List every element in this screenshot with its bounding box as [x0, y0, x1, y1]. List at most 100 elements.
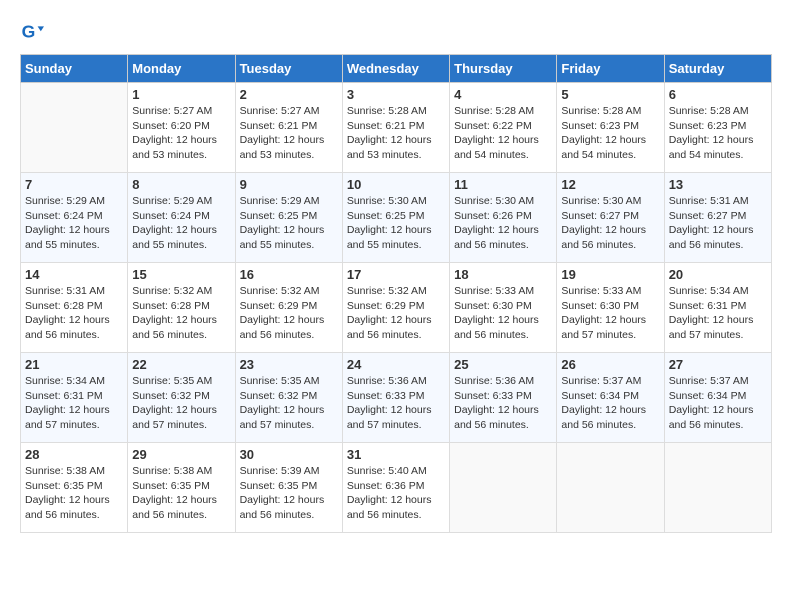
day-info: Sunrise: 5:28 AM Sunset: 6:23 PM Dayligh… [669, 104, 767, 163]
day-info: Sunrise: 5:32 AM Sunset: 6:28 PM Dayligh… [132, 284, 230, 343]
calendar-cell: 26 Sunrise: 5:37 AM Sunset: 6:34 PM Dayli… [557, 353, 664, 443]
day-number: 2 [240, 87, 338, 102]
calendar-cell: 7 Sunrise: 5:29 AM Sunset: 6:24 PM Daylig… [21, 173, 128, 263]
day-info: Sunrise: 5:29 AM Sunset: 6:25 PM Dayligh… [240, 194, 338, 253]
calendar-cell: 24 Sunrise: 5:36 AM Sunset: 6:33 PM Dayli… [342, 353, 449, 443]
calendar-cell: 14 Sunrise: 5:31 AM Sunset: 6:28 PM Dayli… [21, 263, 128, 353]
day-info: Sunrise: 5:34 AM Sunset: 6:31 PM Dayligh… [669, 284, 767, 343]
calendar-cell: 30 Sunrise: 5:39 AM Sunset: 6:35 PM Dayli… [235, 443, 342, 533]
day-number: 15 [132, 267, 230, 282]
day-number: 26 [561, 357, 659, 372]
day-number: 4 [454, 87, 552, 102]
calendar-cell: 22Sunrise: 5:35 AM Sunset: 6:32 PM Dayli… [128, 353, 235, 443]
logo: G [20, 20, 48, 44]
calendar-cell: 15 Sunrise: 5:32 AM Sunset: 6:28 PM Dayli… [128, 263, 235, 353]
day-number: 6 [669, 87, 767, 102]
header: G [20, 20, 772, 44]
day-info: Sunrise: 5:40 AM Sunset: 6:36 PM Dayligh… [347, 464, 445, 523]
calendar-cell: 19 Sunrise: 5:33 AM Sunset: 6:30 PM Dayli… [557, 263, 664, 353]
weekday-header-wednesday: Wednesday [342, 55, 449, 83]
day-info: Sunrise: 5:32 AM Sunset: 6:29 PM Dayligh… [240, 284, 338, 343]
day-number: 16 [240, 267, 338, 282]
day-number: 7 [25, 177, 123, 192]
calendar-cell: 27 Sunrise: 5:37 AM Sunset: 6:34 PM Dayli… [664, 353, 771, 443]
calendar-cell [664, 443, 771, 533]
day-number: 24 [347, 357, 445, 372]
day-number: 10 [347, 177, 445, 192]
weekday-header-saturday: Saturday [664, 55, 771, 83]
day-info: Sunrise: 5:35 AM Sunset: 6:32 PM Dayligh… [240, 374, 338, 433]
calendar-cell: 6 Sunrise: 5:28 AM Sunset: 6:23 PM Daylig… [664, 83, 771, 173]
day-info: Sunrise: 5:38 AM Sunset: 6:35 PM Dayligh… [25, 464, 123, 523]
day-info: Sunrise: 5:30 AM Sunset: 6:27 PM Dayligh… [561, 194, 659, 253]
day-number: 14 [25, 267, 123, 282]
day-info: Sunrise: 5:29 AM Sunset: 6:24 PM Dayligh… [25, 194, 123, 253]
day-number: 12 [561, 177, 659, 192]
day-info: Sunrise: 5:36 AM Sunset: 6:33 PM Dayligh… [347, 374, 445, 433]
day-info: Sunrise: 5:28 AM Sunset: 6:22 PM Dayligh… [454, 104, 552, 163]
calendar-cell: 11Sunrise: 5:30 AM Sunset: 6:26 PM Dayli… [450, 173, 557, 263]
calendar-cell: 20 Sunrise: 5:34 AM Sunset: 6:31 PM Dayli… [664, 263, 771, 353]
calendar-cell: 10 Sunrise: 5:30 AM Sunset: 6:25 PM Dayli… [342, 173, 449, 263]
calendar-cell: 31Sunrise: 5:40 AM Sunset: 6:36 PM Dayli… [342, 443, 449, 533]
day-info: Sunrise: 5:27 AM Sunset: 6:20 PM Dayligh… [132, 104, 230, 163]
day-info: Sunrise: 5:34 AM Sunset: 6:31 PM Dayligh… [25, 374, 123, 433]
calendar-cell: 12 Sunrise: 5:30 AM Sunset: 6:27 PM Dayli… [557, 173, 664, 263]
weekday-header-sunday: Sunday [21, 55, 128, 83]
day-number: 27 [669, 357, 767, 372]
calendar-cell: 25 Sunrise: 5:36 AM Sunset: 6:33 PM Dayli… [450, 353, 557, 443]
calendar-cell: 3Sunrise: 5:28 AM Sunset: 6:21 PM Daylig… [342, 83, 449, 173]
day-number: 9 [240, 177, 338, 192]
calendar-week-row: 14 Sunrise: 5:31 AM Sunset: 6:28 PM Dayli… [21, 263, 772, 353]
calendar-cell: 1 Sunrise: 5:27 AM Sunset: 6:20 PM Daylig… [128, 83, 235, 173]
calendar-cell [450, 443, 557, 533]
day-info: Sunrise: 5:32 AM Sunset: 6:29 PM Dayligh… [347, 284, 445, 343]
day-info: Sunrise: 5:36 AM Sunset: 6:33 PM Dayligh… [454, 374, 552, 433]
day-number: 21 [25, 357, 123, 372]
day-info: Sunrise: 5:37 AM Sunset: 6:34 PM Dayligh… [669, 374, 767, 433]
weekday-header-thursday: Thursday [450, 55, 557, 83]
day-info: Sunrise: 5:28 AM Sunset: 6:21 PM Dayligh… [347, 104, 445, 163]
calendar-cell: 5 Sunrise: 5:28 AM Sunset: 6:23 PM Daylig… [557, 83, 664, 173]
calendar-cell: 16 Sunrise: 5:32 AM Sunset: 6:29 PM Dayli… [235, 263, 342, 353]
day-info: Sunrise: 5:28 AM Sunset: 6:23 PM Dayligh… [561, 104, 659, 163]
calendar-header-row: SundayMondayTuesdayWednesdayThursdayFrid… [21, 55, 772, 83]
day-info: Sunrise: 5:29 AM Sunset: 6:24 PM Dayligh… [132, 194, 230, 253]
day-number: 28 [25, 447, 123, 462]
day-number: 29 [132, 447, 230, 462]
calendar-week-row: 21 Sunrise: 5:34 AM Sunset: 6:31 PM Dayli… [21, 353, 772, 443]
day-info: Sunrise: 5:27 AM Sunset: 6:21 PM Dayligh… [240, 104, 338, 163]
day-number: 1 [132, 87, 230, 102]
day-info: Sunrise: 5:31 AM Sunset: 6:28 PM Dayligh… [25, 284, 123, 343]
svg-text:G: G [22, 22, 36, 42]
calendar-cell [557, 443, 664, 533]
weekday-header-monday: Monday [128, 55, 235, 83]
day-number: 8 [132, 177, 230, 192]
day-info: Sunrise: 5:35 AM Sunset: 6:32 PM Dayligh… [132, 374, 230, 433]
calendar-cell: 21 Sunrise: 5:34 AM Sunset: 6:31 PM Dayli… [21, 353, 128, 443]
day-info: Sunrise: 5:31 AM Sunset: 6:27 PM Dayligh… [669, 194, 767, 253]
weekday-header-friday: Friday [557, 55, 664, 83]
calendar-cell: 9 Sunrise: 5:29 AM Sunset: 6:25 PM Daylig… [235, 173, 342, 263]
calendar-week-row: 1 Sunrise: 5:27 AM Sunset: 6:20 PM Daylig… [21, 83, 772, 173]
calendar-cell: 18Sunrise: 5:33 AM Sunset: 6:30 PM Dayli… [450, 263, 557, 353]
day-number: 30 [240, 447, 338, 462]
day-info: Sunrise: 5:30 AM Sunset: 6:26 PM Dayligh… [454, 194, 552, 253]
calendar-week-row: 7 Sunrise: 5:29 AM Sunset: 6:24 PM Daylig… [21, 173, 772, 263]
day-number: 19 [561, 267, 659, 282]
calendar-cell: 28 Sunrise: 5:38 AM Sunset: 6:35 PM Dayli… [21, 443, 128, 533]
day-number: 17 [347, 267, 445, 282]
day-number: 18 [454, 267, 552, 282]
day-info: Sunrise: 5:37 AM Sunset: 6:34 PM Dayligh… [561, 374, 659, 433]
day-info: Sunrise: 5:39 AM Sunset: 6:35 PM Dayligh… [240, 464, 338, 523]
calendar-cell: 29Sunrise: 5:38 AM Sunset: 6:35 PM Dayli… [128, 443, 235, 533]
day-number: 20 [669, 267, 767, 282]
day-info: Sunrise: 5:33 AM Sunset: 6:30 PM Dayligh… [561, 284, 659, 343]
calendar-cell: 2 Sunrise: 5:27 AM Sunset: 6:21 PM Daylig… [235, 83, 342, 173]
day-info: Sunrise: 5:30 AM Sunset: 6:25 PM Dayligh… [347, 194, 445, 253]
calendar-cell: 8 Sunrise: 5:29 AM Sunset: 6:24 PM Daylig… [128, 173, 235, 263]
day-number: 5 [561, 87, 659, 102]
day-number: 25 [454, 357, 552, 372]
calendar-cell [21, 83, 128, 173]
calendar-cell: 17 Sunrise: 5:32 AM Sunset: 6:29 PM Dayli… [342, 263, 449, 353]
